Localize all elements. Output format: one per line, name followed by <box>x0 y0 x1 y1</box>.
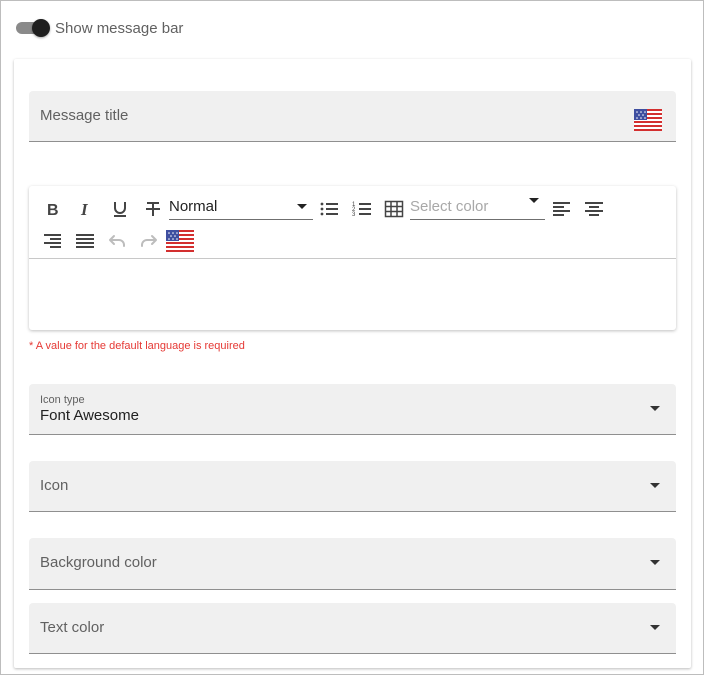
align-left-icon[interactable] <box>549 196 575 222</box>
editor-content-area[interactable] <box>29 260 676 330</box>
color-select-placeholder: Select color <box>410 198 489 215</box>
message-title-placeholder: Message title <box>40 107 129 124</box>
icon-type-label: Icon type <box>40 394 85 406</box>
redo-icon[interactable] <box>136 228 162 254</box>
numbered-list-icon[interactable]: 123 <box>349 196 375 222</box>
error-message: * A value for the default language is re… <box>29 340 245 352</box>
icon-select[interactable]: Icon <box>29 461 676 512</box>
message-editor: B I Normal 123 Select color <box>29 186 676 330</box>
editor-toolbar: B I Normal 123 Select color <box>29 186 676 259</box>
chevron-down-icon <box>650 625 660 630</box>
svg-text:3: 3 <box>352 212 356 218</box>
align-center-icon[interactable] <box>581 196 607 222</box>
format-select-value: Normal <box>169 198 218 215</box>
svg-text:B: B <box>47 202 59 217</box>
us-flag-icon[interactable] <box>166 228 194 254</box>
strikethrough-icon[interactable] <box>140 196 166 222</box>
icon-placeholder: Icon <box>40 477 69 494</box>
text-color-select[interactable]: Text color <box>29 603 676 654</box>
chevron-down-icon <box>650 483 660 488</box>
message-bar-card: Message title B I Normal 1 2 3 Select co… <box>14 59 691 668</box>
icon-type-select[interactable]: Icon type Font Awesome <box>29 384 676 435</box>
toggle-thumb <box>32 19 50 37</box>
chevron-down-icon <box>297 204 307 209</box>
align-justify-icon[interactable] <box>72 228 98 254</box>
message-title-field[interactable]: Message title <box>29 91 676 142</box>
table-icon[interactable] <box>381 196 407 222</box>
chevron-down-icon <box>529 198 539 203</box>
show-message-bar-toggle[interactable] <box>15 17 51 39</box>
undo-icon[interactable] <box>104 228 130 254</box>
bullet-list-icon[interactable] <box>316 196 342 222</box>
page-frame: Show message bar Message title B I Norma… <box>0 0 704 675</box>
underline-icon[interactable] <box>107 196 133 222</box>
text-color-placeholder: Text color <box>40 619 105 636</box>
italic-icon[interactable]: I <box>72 196 98 222</box>
color-select[interactable]: Select color <box>410 196 545 220</box>
icon-type-value: Font Awesome <box>40 407 139 424</box>
background-color-select[interactable]: Background color <box>29 538 676 590</box>
us-flag-icon[interactable] <box>634 109 662 136</box>
message-bar-toggle-row: Show message bar <box>15 17 183 39</box>
toggle-label: Show message bar <box>55 19 184 37</box>
bold-icon[interactable]: B <box>39 196 65 222</box>
svg-text:I: I <box>80 201 89 217</box>
chevron-down-icon <box>650 560 660 565</box>
background-color-placeholder: Background color <box>40 554 157 571</box>
format-select[interactable]: Normal <box>169 196 313 220</box>
chevron-down-icon <box>650 406 660 411</box>
align-right-icon[interactable] <box>39 228 65 254</box>
